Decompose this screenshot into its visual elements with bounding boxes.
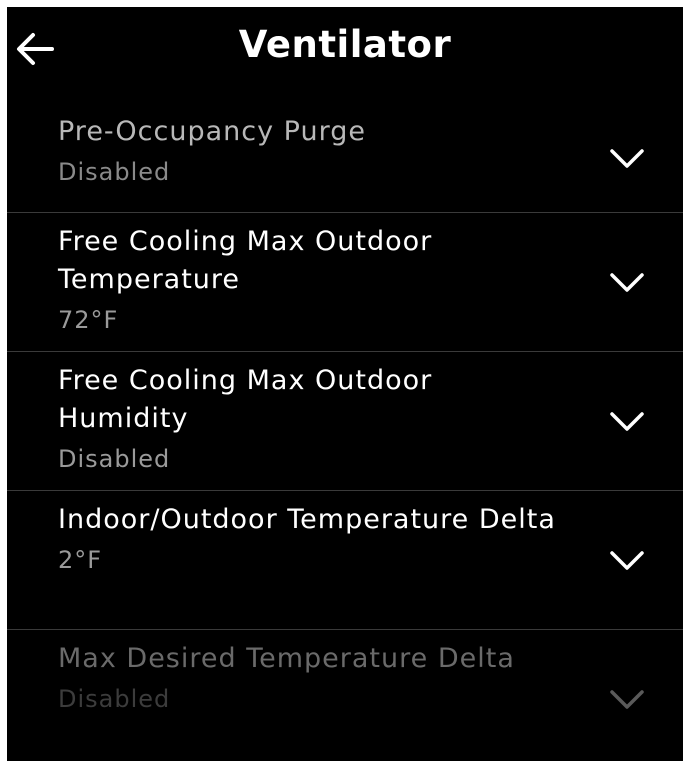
setting-label: Indoor/Outdoor Temperature Delta (58, 504, 556, 535)
setting-text: Pre-Occupancy Purge Disabled (58, 113, 563, 189)
setting-label: Free Cooling Max Outdoor Temperature (58, 226, 433, 295)
setting-value: 2°F (58, 546, 103, 574)
setting-label: Pre-Occupancy Purge (58, 116, 366, 147)
setting-text: Indoor/Outdoor Temperature Delta 2°F (58, 501, 563, 577)
setting-row-pre-occupancy-purge[interactable]: Pre-Occupancy Purge Disabled (7, 103, 683, 213)
setting-row-indoor-outdoor-temperature-delta[interactable]: Indoor/Outdoor Temperature Delta 2°F (7, 491, 683, 630)
setting-value: Disabled (58, 158, 171, 186)
setting-value: 72°F (58, 306, 119, 334)
setting-label: Max Desired Temperature Delta (58, 643, 515, 674)
chevron-down-icon[interactable] (609, 147, 645, 171)
setting-row-free-cooling-max-outdoor-humidity[interactable]: Free Cooling Max Outdoor Humidity Disabl… (7, 352, 683, 491)
page-title: Ventilator (238, 23, 452, 66)
setting-value: Disabled (58, 445, 171, 473)
chevron-down-icon[interactable] (609, 271, 645, 295)
setting-value: Disabled (58, 685, 171, 713)
setting-text: Free Cooling Max Outdoor Temperature 72°… (58, 223, 563, 337)
header: Ventilator (7, 7, 683, 103)
settings-list: Pre-Occupancy Purge Disabled Free Coolin… (7, 103, 683, 761)
chevron-down-icon[interactable] (609, 549, 645, 573)
chevron-down-icon[interactable] (609, 410, 645, 434)
setting-row-max-desired-temperature-delta[interactable]: Max Desired Temperature Delta Disabled (7, 630, 683, 761)
ventilator-screen: Ventilator Pre-Occupancy Purge Disabled … (7, 7, 683, 761)
chevron-down-icon[interactable] (609, 688, 645, 712)
setting-text: Free Cooling Max Outdoor Humidity Disabl… (58, 362, 563, 476)
setting-text: Max Desired Temperature Delta Disabled (58, 640, 563, 716)
setting-label: Free Cooling Max Outdoor Humidity (58, 365, 433, 434)
setting-row-free-cooling-max-outdoor-temperature[interactable]: Free Cooling Max Outdoor Temperature 72°… (7, 213, 683, 352)
